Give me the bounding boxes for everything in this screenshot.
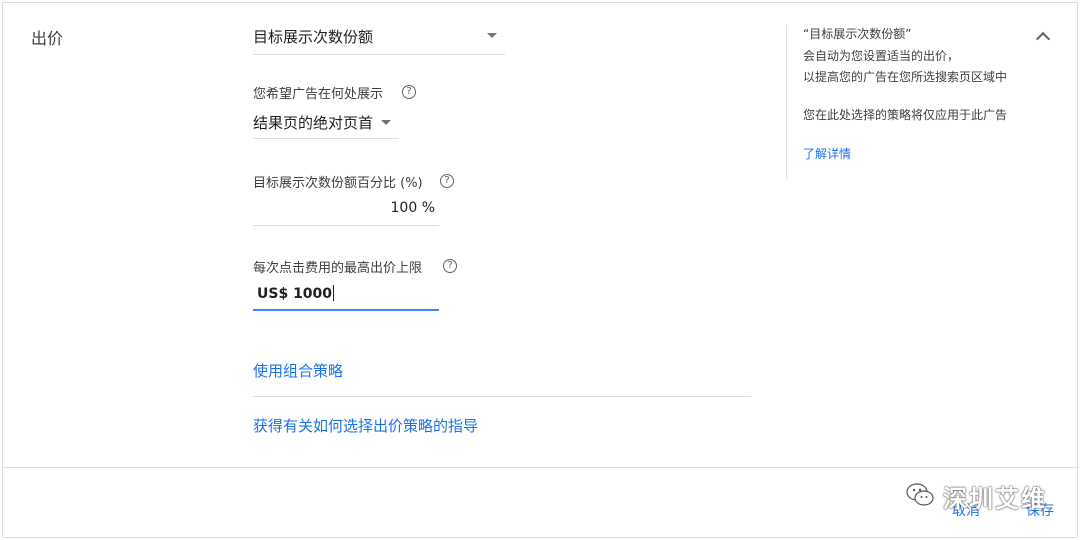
watermark-text: 深圳艾维 — [943, 485, 1047, 513]
side-line: 您在此处选择的策略将仅应用于此广告 — [803, 108, 1008, 122]
impression-share-value: 100 % — [390, 200, 435, 216]
max-cpc-label: 每次点击费用的最高出价上限 — [253, 261, 423, 276]
strategy-guidance-link[interactable]: 获得有关如何选择出价策略的指导 — [253, 415, 478, 436]
position-label: 您希望广告在何处展示 — [253, 87, 384, 102]
impression-share-input[interactable]: 100 % — [253, 195, 439, 226]
dropdown-arrow-icon — [381, 120, 391, 125]
divider — [253, 396, 751, 397]
side-line: 会自动为您设置适当的出价， — [803, 49, 960, 63]
max-cpc-value: US$ 1000 — [257, 285, 335, 302]
max-cpc-input[interactable]: US$ 1000 — [253, 279, 439, 311]
dropdown-arrow-icon — [487, 33, 497, 38]
footer-divider — [3, 467, 1079, 468]
side-divider — [786, 25, 787, 179]
side-line: 以提高您的广告在您所选搜索页区域中 — [803, 70, 1008, 84]
help-icon[interactable]: ? — [440, 174, 454, 188]
bidding-panel: 出价 目标展示次数份额 您希望广告在何处展示 ? 结果页的绝对页首 目标展示次数… — [2, 2, 1079, 538]
wechat-icon — [906, 483, 934, 506]
side-help-panel: “目标展示次数份额” 会自动为您设置适当的出价， 以提高您的广告在您所选搜索页区… — [803, 25, 1015, 165]
impression-share-label: 目标展示次数份额百分比 (%) — [253, 176, 423, 191]
section-title: 出价 — [31, 29, 64, 48]
help-icon[interactable]: ? — [402, 85, 416, 99]
position-value: 结果页的绝对页首 — [253, 114, 374, 132]
bid-strategy-select[interactable]: 目标展示次数份额 — [253, 17, 505, 55]
learn-more-link[interactable]: 了解详情 — [803, 145, 851, 162]
help-icon[interactable]: ? — [443, 259, 457, 273]
portfolio-strategy-link[interactable]: 使用组合策略 — [253, 360, 343, 381]
side-title: “目标展示次数份额” — [803, 27, 912, 41]
max-cpc-text: US$ 1000 — [257, 286, 333, 302]
text-cursor — [333, 285, 335, 301]
bid-strategy-value: 目标展示次数份额 — [253, 28, 374, 46]
chevron-up-icon[interactable] — [1033, 27, 1053, 47]
position-select[interactable]: 结果页的绝对页首 — [253, 107, 399, 139]
